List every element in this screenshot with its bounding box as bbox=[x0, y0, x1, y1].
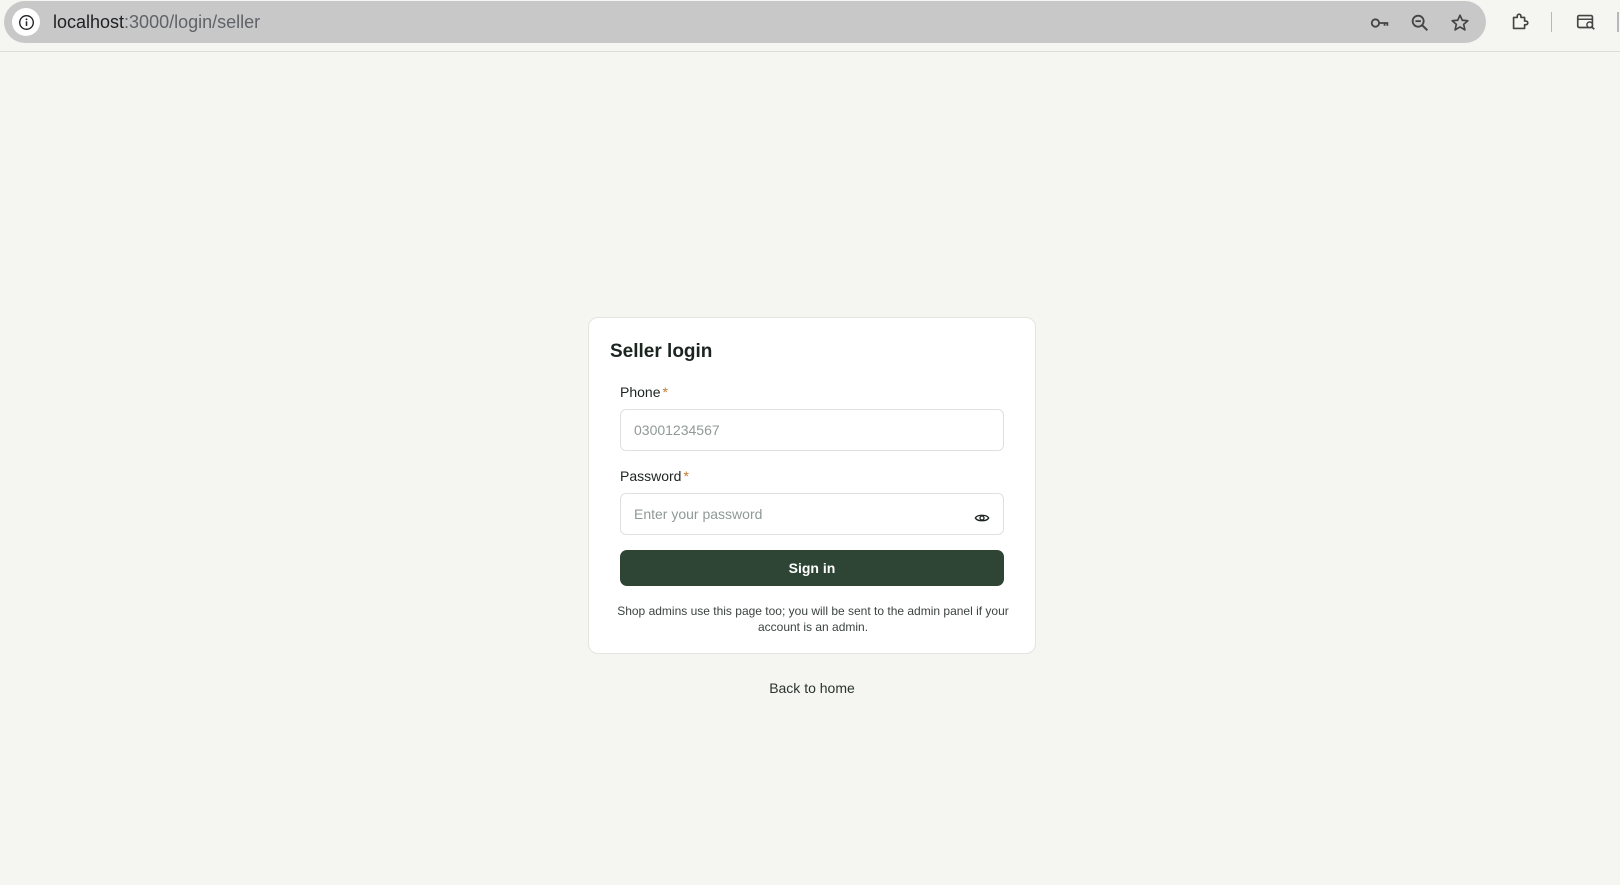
url-text[interactable]: localhost:3000/login/seller bbox=[53, 12, 260, 33]
star-icon[interactable] bbox=[1449, 12, 1471, 34]
required-marker: * bbox=[662, 384, 668, 400]
back-to-home-link[interactable]: Back to home bbox=[769, 680, 855, 696]
sign-in-button[interactable]: Sign in bbox=[620, 550, 1004, 586]
phone-label-text: Phone bbox=[620, 384, 661, 400]
password-label: Password * bbox=[620, 468, 689, 484]
required-marker: * bbox=[683, 468, 689, 484]
address-bar[interactable]: localhost:3000/login/seller bbox=[4, 1, 1486, 43]
url-path: :3000/login/seller bbox=[124, 12, 261, 32]
browser-toolbar: localhost:3000/login/seller bbox=[0, 0, 1620, 52]
admin-note: Shop admins use this page too; you will … bbox=[617, 604, 1009, 634]
search-tab-icon[interactable] bbox=[1574, 10, 1598, 34]
page-title: Seller login bbox=[610, 341, 713, 362]
password-label-text: Password bbox=[620, 468, 682, 484]
zoom-out-icon[interactable] bbox=[1409, 12, 1431, 34]
phone-input[interactable] bbox=[620, 409, 1004, 451]
back-to-home-container: Back to home bbox=[0, 680, 1620, 696]
phone-label: Phone * bbox=[620, 384, 668, 400]
toolbar-edge bbox=[1617, 12, 1619, 32]
extensions-icon[interactable] bbox=[1508, 10, 1532, 34]
login-card: Seller login Phone* Password* Sign in Sh… bbox=[588, 317, 1036, 654]
key-icon[interactable] bbox=[1369, 12, 1391, 34]
url-host: localhost bbox=[53, 12, 125, 32]
toolbar-divider bbox=[1551, 12, 1552, 32]
password-input[interactable] bbox=[620, 493, 1004, 535]
info-icon[interactable] bbox=[12, 8, 40, 36]
show-password-icon[interactable] bbox=[972, 508, 992, 528]
